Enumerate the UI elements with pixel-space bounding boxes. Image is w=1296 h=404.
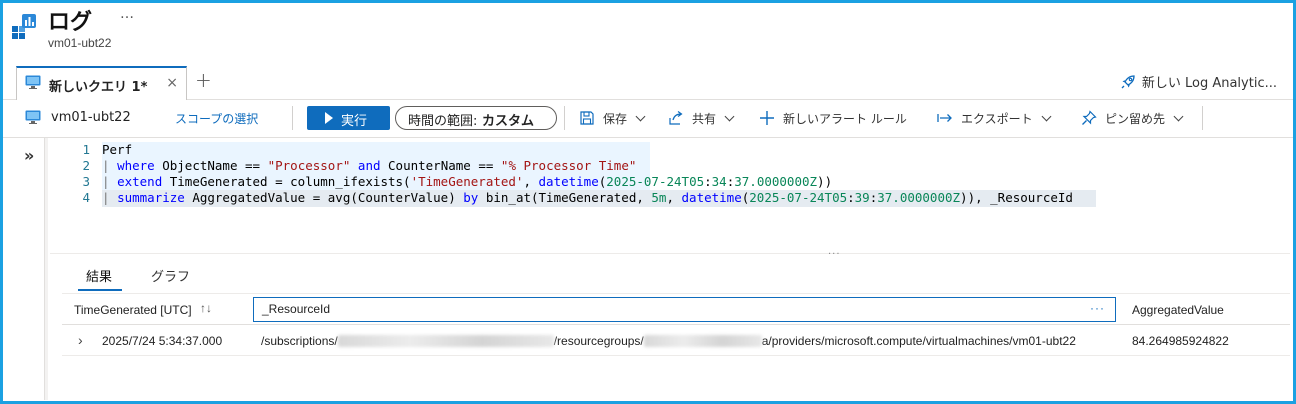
vm-monitor-icon — [25, 75, 41, 89]
chevron-down-icon — [635, 111, 646, 122]
pin-icon — [1082, 110, 1097, 125]
export-arrow-icon — [937, 114, 952, 122]
share-icon — [669, 111, 683, 125]
query-editor[interactable]: 1 2 3 4 Perf | where ObjectName == "Proc… — [50, 138, 1290, 254]
toolbar-divider — [1202, 106, 1203, 130]
time-range-label: 時間の範囲: — [408, 114, 478, 129]
log-analytics-icon — [12, 14, 36, 39]
scope-name: vm01-ubt22 — [51, 110, 131, 125]
resource-id-part: /resourcegroups/ — [553, 334, 644, 348]
code-line-1: Perf — [102, 142, 133, 157]
new-alert-rule-button[interactable]: 新しいアラート ルール — [759, 110, 907, 127]
line-number: 4 — [82, 190, 90, 205]
column-menu-icon[interactable]: ··· — [1090, 301, 1105, 315]
play-icon — [325, 112, 333, 124]
line-number: 2 — [82, 158, 90, 173]
cell-resourceid: /subscriptions/ /resourcegroups/a/provide… — [261, 334, 1076, 348]
cell-aggregatedvalue: 84.264985924822 — [1132, 334, 1229, 348]
pane-splitter-handle[interactable]: ... — [828, 246, 841, 257]
query-tab-bar: 新しいクエリ 1* × + 新しい Log Analytic... — [3, 64, 1293, 100]
column-header-timegenerated[interactable]: TimeGenerated [UTC] — [74, 303, 192, 317]
expand-sidebar-icon[interactable]: » — [24, 146, 34, 165]
column-header-resourceid[interactable]: _ResourceId ··· — [253, 297, 1116, 322]
tab-results[interactable]: 結果 — [86, 266, 112, 285]
save-button[interactable]: 保存 — [579, 110, 646, 127]
select-scope-link[interactable]: スコープの選択 — [175, 110, 258, 127]
results-grid-header: TimeGenerated [UTC] ↑↓ _ResourceId ··· A… — [62, 293, 1290, 325]
more-actions-button[interactable]: … — [120, 6, 135, 22]
column-header-aggregatedvalue[interactable]: AggregatedValue — [1132, 303, 1224, 317]
resource-id-part: /subscriptions/ — [261, 334, 338, 348]
new-log-analytics-label: 新しい Log Analytic... — [1141, 76, 1277, 91]
export-label: エクスポート — [961, 112, 1033, 126]
new-log-analytics-button[interactable]: 新しい Log Analytic... — [1120, 72, 1277, 91]
chevron-down-icon — [724, 111, 735, 122]
table-row[interactable]: › 2025/7/24 5:34:37.000 /subscriptions//… — [62, 326, 1290, 356]
new-alert-label: 新しいアラート ルール — [783, 112, 907, 126]
cell-timegenerated: 2025/7/24 5:34:37.000 — [102, 334, 223, 348]
run-label: 実行 — [341, 114, 368, 129]
export-button[interactable]: エクスポート — [937, 110, 1052, 127]
save-label: 保存 — [603, 112, 628, 126]
close-tab-icon[interactable]: × — [166, 75, 178, 91]
time-range-button[interactable]: 時間の範囲: カスタム — [395, 106, 557, 130]
plus-icon — [760, 111, 774, 125]
resource-id-part: a/providers/microsoft.compute/virtualmac… — [761, 334, 1076, 348]
vm-monitor-icon — [25, 110, 41, 124]
code-line-4: | summarize AggregatedValue = avg(Counte… — [102, 190, 1073, 205]
toolbar-divider — [564, 106, 565, 130]
share-label: 共有 — [692, 112, 717, 126]
page-title: ログ — [48, 10, 93, 35]
line-number: 3 — [82, 174, 90, 189]
active-tab-indicator — [78, 289, 122, 291]
redacted-subscription-id — [337, 335, 554, 347]
tab-chart[interactable]: グラフ — [151, 266, 190, 285]
query-toolbar: vm01-ubt22 スコープの選択 実行 時間の範囲: カスタム 保存 共有 … — [3, 100, 1293, 138]
tab-label: 新しいクエリ 1* — [49, 80, 148, 95]
run-button[interactable]: 実行 — [307, 106, 390, 130]
save-icon — [580, 111, 594, 125]
chevron-down-icon — [1173, 111, 1184, 122]
sort-icon[interactable]: ↑↓ — [200, 301, 212, 315]
sidebar-edge — [44, 138, 48, 400]
page-subtitle: vm01-ubt22 — [48, 36, 112, 50]
code-line-3: | extend TimeGenerated = column_ifexists… — [102, 174, 833, 189]
toolbar-divider — [292, 106, 293, 130]
rocket-icon — [1121, 75, 1135, 89]
share-button[interactable]: 共有 — [668, 110, 735, 127]
code-line-2: | where ObjectName == "Processor" and Co… — [102, 158, 637, 173]
column-header-label: _ResourceId — [262, 302, 331, 316]
redacted-resource-group — [643, 335, 762, 347]
pin-to-button[interactable]: ピン留め先 — [1081, 110, 1184, 127]
line-number: 1 — [82, 142, 90, 157]
chevron-down-icon — [1041, 111, 1052, 122]
add-tab-button[interactable]: + — [195, 68, 212, 92]
pin-label: ピン留め先 — [1105, 112, 1166, 126]
tab-new-query-1[interactable]: 新しいクエリ 1* × — [16, 66, 187, 100]
time-range-value: カスタム — [482, 114, 535, 129]
expand-row-icon[interactable]: › — [78, 332, 83, 348]
